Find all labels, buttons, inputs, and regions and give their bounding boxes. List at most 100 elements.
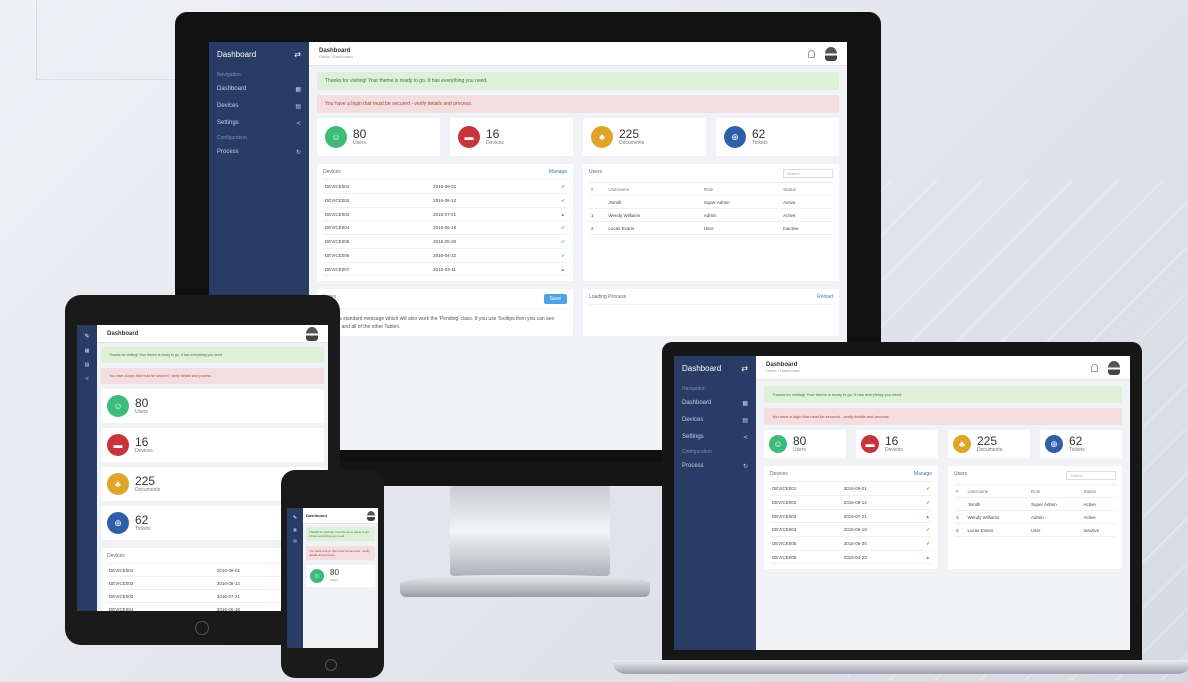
server-icon[interactable]: ▤: [287, 535, 303, 546]
column-header[interactable]: Status: [1081, 485, 1116, 498]
dashboard-icon[interactable]: ▦: [77, 344, 97, 358]
device-date: 2016-05-30: [841, 536, 911, 551]
table-row[interactable]: DEVICE001 2016-09-01 ✔: [770, 482, 932, 496]
avatar[interactable]: [367, 510, 375, 521]
sidebar-toggle-icon[interactable]: ⇄: [741, 364, 748, 373]
sidebar-section-heading: Configuration: [217, 135, 247, 141]
search-input[interactable]: Search: [783, 169, 833, 178]
share-icon[interactable]: ≺: [77, 372, 97, 386]
edit-icon[interactable]: ✎: [77, 329, 97, 344]
stat-card-users: ☺ 80 Users: [764, 430, 846, 458]
check-icon: ✔: [534, 234, 567, 249]
table-row[interactable]: DEVICE001 2016-09-01 ✔: [323, 180, 567, 194]
devices-table: DEVICE001 2016-09-01 ✔ DEVICE002 2016-08-12…: [770, 482, 932, 564]
table-row[interactable]: DEVICE002 2016-08-12 ✔: [323, 193, 567, 208]
monitor-stand: [450, 486, 610, 576]
table-row[interactable]: Jsmith Super Admin Active: [954, 497, 1116, 511]
topbar: Dashboard: [303, 508, 378, 524]
stat-label: Devices: [486, 140, 504, 146]
main-area: Dashboard Thanks for visiting! Your them…: [303, 508, 378, 648]
stat-label: Documents: [977, 447, 1003, 453]
table-row[interactable]: 2 Lucas Evans User Inactive: [589, 221, 833, 235]
sidebar-item-dashboard[interactable]: Dashboard ▦: [209, 81, 309, 98]
stat-value: 62: [135, 513, 149, 527]
column-header[interactable]: Role: [1028, 485, 1082, 498]
check-icon: ✔: [910, 536, 932, 551]
column-header[interactable]: Username: [965, 485, 1029, 498]
bell-icon[interactable]: [1091, 363, 1098, 372]
table-row[interactable]: 1 Wendy Williams Admin Active: [589, 208, 833, 222]
table-row[interactable]: Jsmith Super Admin Active: [589, 195, 833, 209]
sidebar-item-settings[interactable]: Settings ≺: [674, 429, 756, 446]
cell: Admin: [1028, 510, 1082, 524]
stat-label: Users: [353, 140, 367, 146]
sidebar-item-devices[interactable]: Devices ▤: [209, 98, 309, 115]
table-row[interactable]: 2 Lucas Evans User Inactive: [954, 523, 1116, 537]
avatar[interactable]: [1108, 360, 1120, 375]
table-row[interactable]: DEVICE006 2016-04-22 ✔: [323, 248, 567, 263]
column-header[interactable]: #: [954, 485, 966, 498]
stat-label: Devices: [885, 447, 903, 453]
phone-device: ✎ ▦ ▤ Dashboard Thanks for visiting! You…: [281, 470, 384, 678]
dashboard-app: ✎ ▦ ▤ Dashboard Thanks for visiting! You…: [287, 508, 378, 648]
avatar[interactable]: [825, 46, 837, 61]
avatar[interactable]: [306, 326, 318, 341]
table-row[interactable]: DEVICE005 2016-05-30 ✔: [770, 536, 932, 551]
sidebar-item-label: Process: [682, 463, 704, 469]
server-icon[interactable]: ▤: [77, 358, 97, 372]
table-row[interactable]: DEVICE005 2016-05-30 ✔: [323, 234, 567, 249]
users-table: # Username Role Status Jsmith Super Admin Act…: [954, 485, 1116, 537]
search-input[interactable]: Search: [1066, 471, 1116, 480]
table-row[interactable]: DEVICE004 2016-06-18 ✔: [323, 220, 567, 235]
cell: Super Admin: [701, 195, 782, 209]
column-header[interactable]: Role: [701, 183, 782, 196]
panels-row: Devices Manage DEVICE001 2016-09-01 ✔ DEVIC…: [764, 466, 1122, 569]
stat-value: 80: [793, 434, 807, 448]
cell: Active: [781, 195, 833, 209]
sidebar-item-process[interactable]: Process ↻: [209, 144, 309, 161]
device-date: 2016-08-12: [841, 495, 911, 510]
sidebar-item-devices[interactable]: Devices ▤: [674, 412, 756, 429]
table-row[interactable]: DEVICE002 2016-08-12 ✔: [770, 495, 932, 510]
device-name: DEVICE005: [770, 536, 842, 551]
device-name: DEVICE007: [323, 262, 432, 276]
table-row[interactable]: DEVICE007 2016-03-11 ▲: [323, 262, 567, 276]
lifebuoy-icon: ⊕: [107, 512, 129, 534]
users-icon: ☺: [325, 126, 347, 148]
device-date: 2016-07-21: [431, 207, 535, 221]
warning-icon: ▲: [910, 550, 932, 564]
stat-label: Users: [330, 578, 338, 582]
column-header[interactable]: Status: [781, 183, 833, 196]
sidebar-section-heading: Navigation: [217, 72, 241, 78]
sidebar-item-settings[interactable]: Settings ≺: [209, 115, 309, 132]
table-row[interactable]: DEVICE003 2016-07-21 ▲: [770, 509, 932, 523]
table-row[interactable]: 1 Wendy Williams Admin Active: [954, 510, 1116, 524]
table-row[interactable]: DEVICE003 2016-07-21 ▲: [323, 207, 567, 221]
phone-screen: ✎ ▦ ▤ Dashboard Thanks for visiting! You…: [287, 508, 378, 648]
save-button[interactable]: Save: [543, 294, 567, 304]
sidebar-item-dashboard[interactable]: Dashboard ▦: [674, 395, 756, 412]
table-row[interactable]: DEVICE004 2016-06-18 ✔: [770, 522, 932, 537]
breadcrumb-path: Home / Dashboard: [766, 367, 800, 373]
device-date: 2016-09-01: [841, 482, 911, 496]
stat-label: Documents: [135, 487, 161, 493]
sidebar-item-process[interactable]: Process ↻: [674, 458, 756, 475]
panel-title: Devices: [323, 169, 341, 175]
stat-card-devices: ▬ 16 Devices: [856, 430, 938, 458]
column-header[interactable]: Username: [606, 183, 702, 196]
reload-link[interactable]: Reload: [817, 294, 833, 300]
cell: Inactive: [1081, 523, 1116, 537]
sidebar-item-label: Dashboard: [682, 400, 712, 406]
table-row[interactable]: DEVICE006 2016-04-22 ▲: [770, 550, 932, 564]
bell-icon[interactable]: [808, 49, 815, 58]
manage-link[interactable]: Manage: [914, 471, 932, 477]
stats-row: ☺ 80 Users ▬ 16 Devices ♣ 225 Documents ⊕: [317, 118, 839, 156]
sidebar-toggle-icon[interactable]: ⇄: [294, 50, 301, 59]
topbar: Dashboard: [97, 325, 328, 343]
manage-link[interactable]: Manage: [549, 169, 567, 175]
dashboard-icon[interactable]: ▦: [287, 524, 303, 535]
breadcrumb: Dashboard: [306, 513, 327, 518]
device-name: DEVICE006: [323, 248, 432, 263]
column-header[interactable]: #: [589, 183, 607, 196]
edit-icon[interactable]: ✎: [287, 512, 303, 524]
